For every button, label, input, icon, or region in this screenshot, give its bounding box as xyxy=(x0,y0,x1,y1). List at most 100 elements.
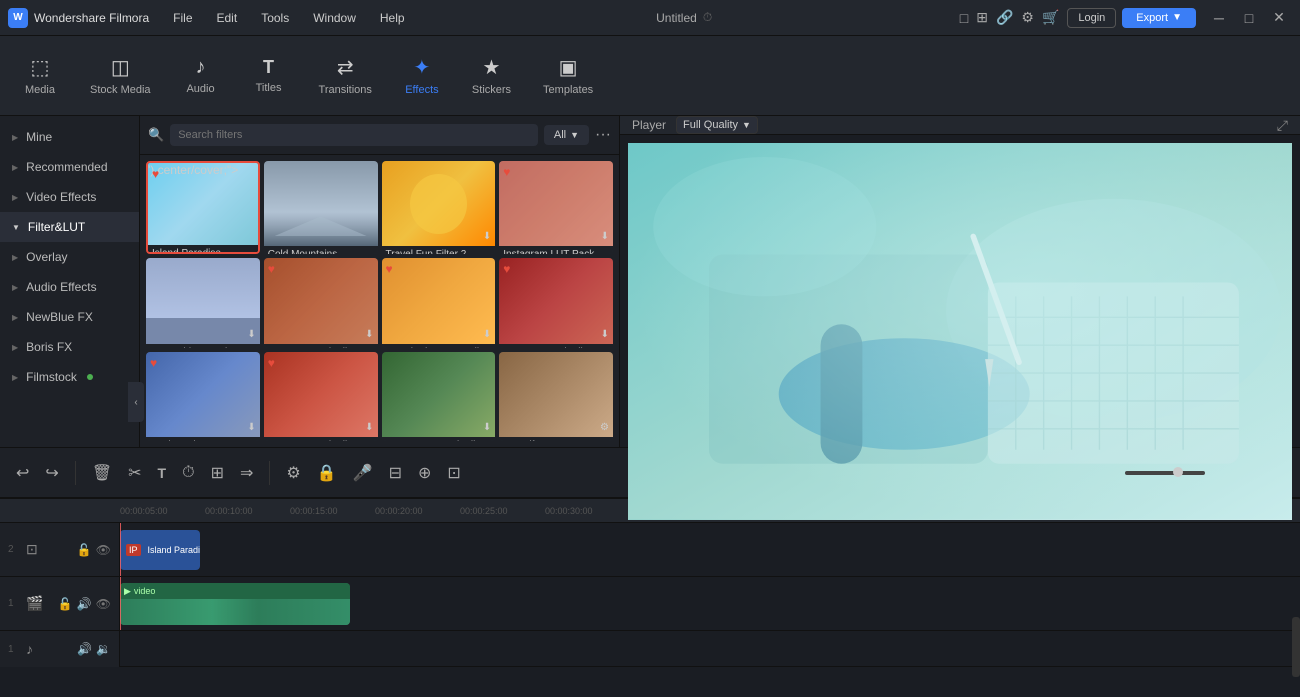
export-button[interactable]: Export ▼ xyxy=(1122,8,1196,28)
topbar-icon-1[interactable]: □ xyxy=(960,10,968,26)
ruler-mark-1: 00:00:10:00 xyxy=(205,506,290,516)
card11-download-icon: ⬇ xyxy=(483,422,491,433)
filter-card-island-paradise[interactable]: ') center/cover;"> ♥ Island Paradise xyxy=(146,161,260,254)
filter-card-coolmood[interactable]: ♥ ⬇ CoolMood xyxy=(146,352,260,441)
playhead-video xyxy=(120,577,121,630)
cut-button[interactable]: ✂ xyxy=(124,459,145,487)
layer-button[interactable]: ⊟ xyxy=(385,459,406,487)
toolbar-titles[interactable]: T Titles xyxy=(239,51,299,100)
timeline-scrollbar-thumb[interactable] xyxy=(1292,617,1300,677)
close-button[interactable]: ✕ xyxy=(1266,8,1292,28)
topbar-icon-3[interactable]: 🔗 xyxy=(996,9,1013,26)
track-effect: 2 ⊡ 🔓 👁 IP Island Paradise xyxy=(0,523,1300,577)
video-clip[interactable]: ▶ video xyxy=(120,583,350,625)
sidebar-item-recommended[interactable]: ▶ Recommended xyxy=(0,152,139,182)
track-audio-mute-icon[interactable]: 🔊 xyxy=(77,642,92,656)
adjust-button[interactable]: ⊞ xyxy=(207,459,228,487)
track-video-audio-icon[interactable]: 🔊 xyxy=(77,597,92,611)
filter-card-instagram-lut[interactable]: ♥ ⬇ Instagram LUT Pack Fi... xyxy=(499,161,613,254)
filter-card-retro-lut-10[interactable]: ♥ ⬇ Retro Lut Pack Filter 10 xyxy=(264,258,378,347)
timeline-tracks: 2 ⊡ 🔓 👁 IP Island Paradise 1 🎬 xyxy=(0,523,1300,697)
undo-button[interactable]: ↩ xyxy=(12,459,33,487)
preview-area xyxy=(628,143,1292,520)
toolbar-separator-1 xyxy=(75,461,76,485)
sidebar-item-audio-effects[interactable]: ▶ Audio Effects xyxy=(0,272,139,302)
topbar-icon-2[interactable]: ⊞ xyxy=(976,9,988,26)
delete-button[interactable]: 🗑 xyxy=(88,459,116,487)
toolbar-media[interactable]: ⬚ Media xyxy=(10,49,70,102)
track-effect-eye-icon[interactable]: 👁 xyxy=(96,543,111,557)
card8-download-icon: ⬇ xyxy=(601,329,609,340)
title-icon: ⏱ xyxy=(703,10,712,25)
menu-help[interactable]: Help xyxy=(376,9,409,27)
snap-button[interactable]: ⚙ xyxy=(282,459,304,487)
mic-button[interactable]: 🎤 xyxy=(349,459,377,487)
timer-button[interactable]: ⏱ xyxy=(178,460,198,486)
effect-clip-island-paradise[interactable]: IP Island Paradise xyxy=(120,530,200,570)
sidebar-item-newblue-fx[interactable]: ▶ NewBlue FX xyxy=(0,302,139,332)
sidebar-item-boris-fx[interactable]: ▶ Boris FX xyxy=(0,332,139,362)
filter-card-travel-fun[interactable]: ⬇ Travel Fun Filter 2 xyxy=(382,161,496,254)
filter-card-beautify[interactable]: ⚙ Beautify xyxy=(499,352,613,441)
preview-svg xyxy=(628,143,1292,520)
motion-button[interactable]: ⇒ xyxy=(236,459,257,487)
sidebar-item-filmstock[interactable]: ▶ Filmstock xyxy=(0,362,139,392)
lock-button[interactable]: 🔒 xyxy=(313,459,341,487)
menu-edit[interactable]: Edit xyxy=(213,9,242,27)
filter-all-tag[interactable]: All ▼ xyxy=(544,125,589,145)
project-title: Untitled xyxy=(656,11,697,25)
sidebar-item-filter-lut[interactable]: ▼ Filter&LUT xyxy=(0,212,139,242)
media-icon: ⬚ xyxy=(31,55,50,80)
track-video-lock-icon[interactable]: 🔓 xyxy=(58,597,73,611)
card6-label: Retro Lut Pack Filter 10 xyxy=(264,344,378,348)
toolbar-transitions[interactable]: ⇄ Transitions xyxy=(307,49,384,102)
topbar-icon-5[interactable]: 🛒 xyxy=(1042,9,1059,26)
menu-tools[interactable]: Tools xyxy=(257,9,293,27)
filter-card-nature-lut[interactable]: ⬇ Nature LUT Pack Filter... xyxy=(382,352,496,441)
menu-window[interactable]: Window xyxy=(309,9,360,27)
newblue-arrow: ▶ xyxy=(12,313,18,322)
track-audio-volume-icon[interactable]: 🔉 xyxy=(96,642,111,656)
filter-card-retro-lut-09[interactable]: ♥ ⬇ Retro Lut Pack Filter 09 xyxy=(264,352,378,441)
export-dropdown-icon[interactable]: ▼ xyxy=(1172,12,1182,23)
filter-card-retro-lut-07[interactable]: ♥ ⬇ Retro Lut Pack Filter 07 xyxy=(499,258,613,347)
overlay-arrow: ▶ xyxy=(12,253,18,262)
sidebar-collapse-button[interactable]: ‹ xyxy=(128,382,140,422)
titles-icon: T xyxy=(263,57,274,78)
filter-panel: 🔍 All ▼ ··· ') center/cover;"> ♥ Island … xyxy=(140,116,620,447)
filter-card-pure-white-beach[interactable]: ⬇ Pure White Beach xyxy=(146,258,260,347)
track-video-eye-icon[interactable]: 👁 xyxy=(96,597,111,611)
card6-heart-icon: ♥ xyxy=(268,262,275,276)
zoom-thumb[interactable] xyxy=(1173,467,1183,477)
split-button[interactable]: ⊕ xyxy=(414,459,435,487)
menu-file[interactable]: File xyxy=(169,9,196,27)
quality-select[interactable]: Full Quality ▼ xyxy=(676,116,758,134)
toolbar-effects[interactable]: ✦ Effects xyxy=(392,49,452,102)
more-options-button[interactable]: ··· xyxy=(595,126,611,144)
transitions-label: Transitions xyxy=(319,84,372,96)
search-input[interactable] xyxy=(170,124,538,146)
sidebar-item-video-effects[interactable]: ▶ Video Effects xyxy=(0,182,139,212)
filter-card-cold-mountains[interactable]: Cold Mountains xyxy=(264,161,378,254)
track-effect-lock-icon[interactable]: 🔓 xyxy=(77,543,92,557)
toolbar-stock-media[interactable]: ◫ Stock Media xyxy=(78,49,163,102)
login-button[interactable]: Login xyxy=(1067,8,1116,28)
toolbar-audio[interactable]: ♪ Audio xyxy=(171,50,231,101)
minimize-button[interactable]: ─ xyxy=(1206,8,1232,28)
sidebar-item-overlay[interactable]: ▶ Overlay xyxy=(0,242,139,272)
topbar-icon-4[interactable]: ⚙ xyxy=(1021,9,1034,26)
toolbar-templates[interactable]: ▣ Templates xyxy=(531,49,605,102)
track-audio: 1 ♪ 🔊 🔉 xyxy=(0,631,1300,667)
zoom-slider[interactable] xyxy=(1125,471,1205,475)
filter-card-travel-adventures[interactable]: ♥ ⬇ Travel Adventures Filter xyxy=(382,258,496,347)
sidebar-item-mine[interactable]: ▶ Mine xyxy=(0,122,139,152)
maximize-button[interactable]: □ xyxy=(1236,8,1262,28)
toolbar-stickers[interactable]: ★ Stickers xyxy=(460,49,523,102)
clip-btn[interactable]: ⊡ xyxy=(443,459,464,487)
text-button[interactable]: T xyxy=(154,461,171,485)
preview-expand-icon[interactable]: ⤢ xyxy=(1277,117,1288,134)
card4-download-icon: ⬇ xyxy=(601,231,609,242)
app-name: Wondershare Filmora xyxy=(34,11,149,25)
redo-button[interactable]: ↪ xyxy=(41,459,62,487)
sidebar: ▶ Mine ▶ Recommended ▶ Video Effects ▼ F… xyxy=(0,116,140,447)
